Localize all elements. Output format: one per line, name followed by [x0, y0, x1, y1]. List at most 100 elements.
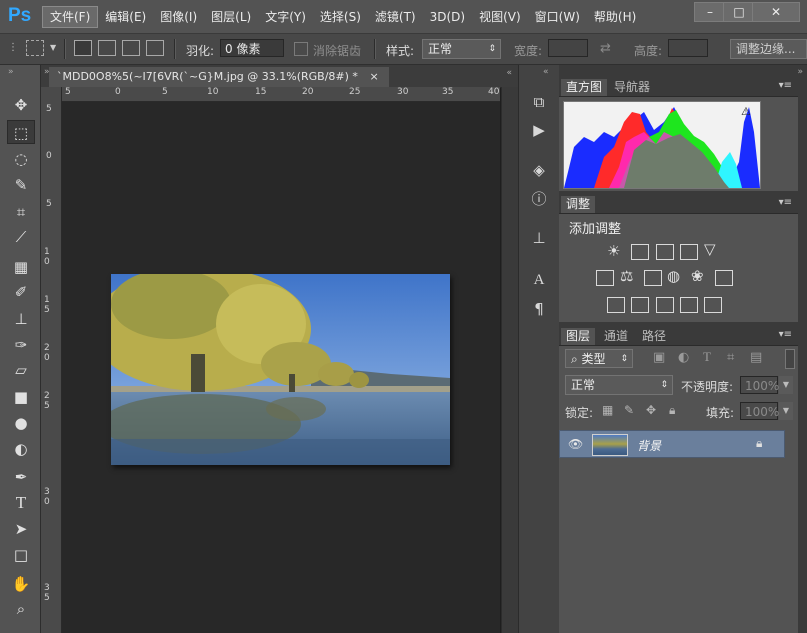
layer-row-background[interactable]: 👁︎ 背景 🔒︎ — [559, 430, 785, 458]
photo-filter-icon[interactable]: ◍ — [667, 267, 680, 285]
pen-tool[interactable]: ✒ — [7, 465, 35, 489]
menu-layer[interactable]: 图层(L) — [204, 6, 258, 28]
eyedropper-tool[interactable]: ⟋ — [7, 225, 35, 249]
vibrance-icon[interactable]: ▽ — [704, 240, 716, 258]
subtract-selection-icon[interactable] — [122, 40, 140, 56]
blend-mode-select[interactable]: 正常 ⇕ — [565, 375, 673, 395]
color-balance-icon[interactable]: ⚖ — [620, 267, 633, 285]
vertical-scrollbar[interactable] — [501, 87, 518, 633]
style-select[interactable]: 正常 ⇕ — [422, 39, 501, 59]
hand-tool[interactable]: ✋ — [7, 572, 35, 596]
channel-mixer-icon[interactable]: ❀ — [691, 267, 704, 285]
menu-file[interactable]: 文件(F) — [42, 6, 99, 28]
tab-histogram[interactable]: 直方图 — [561, 79, 608, 96]
panel-menu-icon[interactable]: ▾≡ — [779, 329, 792, 340]
chevron-down-icon[interactable]: ▼ — [50, 43, 56, 52]
panel-menu-icon[interactable]: ▾≡ — [779, 80, 792, 91]
filter-pixel-icon[interactable]: ▣ — [653, 350, 665, 365]
blur-tool[interactable]: ● — [7, 411, 35, 435]
close-button[interactable]: ✕ — [752, 2, 800, 22]
brightness-icon[interactable]: ☀ — [607, 242, 620, 260]
type-tool[interactable]: T — [7, 491, 35, 515]
zoom-tool[interactable]: ⌕ — [7, 597, 35, 621]
minimize-button[interactable]: – — [694, 2, 726, 22]
collapse-icon[interactable]: « — [506, 68, 512, 78]
brush-tool[interactable]: ✐ — [7, 280, 35, 304]
opacity-input[interactable]: 100% — [740, 376, 779, 394]
new-selection-icon[interactable] — [74, 40, 92, 56]
menu-view[interactable]: 视图(V) — [472, 6, 528, 28]
filter-toggle[interactable] — [785, 349, 795, 369]
dodge-tool[interactable]: ◐ — [7, 437, 35, 461]
tab-adjustments[interactable]: 调整 — [561, 196, 596, 213]
menu-type[interactable]: 文字(Y) — [258, 6, 313, 28]
move-tool[interactable]: ✥ — [7, 93, 35, 117]
filter-adjustment-icon[interactable]: ◐ — [678, 350, 689, 365]
paragraph-panel-icon[interactable]: ¶ — [529, 299, 549, 319]
clone-source-icon[interactable]: ⊥ — [529, 228, 549, 248]
lock-position-icon[interactable]: ✥ — [646, 403, 656, 417]
fill-dropdown-icon[interactable]: ▼ — [779, 402, 793, 420]
intersect-selection-icon[interactable] — [146, 40, 164, 56]
quick-select-tool[interactable]: ✎ — [7, 173, 35, 197]
visibility-eye-icon[interactable]: 👁︎ — [568, 437, 583, 451]
antialias-checkbox[interactable] — [294, 42, 308, 56]
history-brush-tool[interactable]: ✑ — [7, 333, 35, 357]
height-input[interactable] — [668, 39, 708, 57]
shape-tool[interactable]: □ — [7, 543, 35, 567]
menu-image[interactable]: 图像(I) — [153, 6, 204, 28]
tab-channels[interactable]: 通道 — [599, 328, 633, 345]
info-icon[interactable]: ⓘ — [529, 189, 549, 209]
menu-edit[interactable]: 编辑(E) — [98, 6, 153, 28]
character-panel-icon[interactable]: A — [529, 270, 549, 290]
invert-icon[interactable] — [607, 297, 625, 313]
document-tab[interactable]: `MDD0O8%5(~I7[6VR(`~G}M.jpg @ 33.1%(RGB/… — [49, 67, 389, 87]
lock-pixels-icon[interactable]: ✎ — [624, 403, 634, 417]
lock-all-icon[interactable]: 🔒︎ — [669, 403, 675, 418]
hue-saturation-icon[interactable] — [596, 270, 614, 286]
black-white-icon[interactable] — [644, 270, 662, 286]
marquee-preset-icon[interactable] — [26, 40, 44, 56]
menu-filter[interactable]: 滤镜(T) — [368, 6, 423, 28]
eraser-tool[interactable]: ▱ — [7, 358, 35, 382]
lasso-tool[interactable]: ◌ — [7, 147, 35, 171]
close-tab-icon[interactable]: × — [369, 70, 378, 83]
collapse-icon[interactable]: » — [8, 67, 14, 77]
opacity-dropdown-icon[interactable]: ▼ — [779, 376, 793, 394]
width-input[interactable] — [548, 39, 588, 57]
color-lookup-icon[interactable] — [715, 270, 733, 286]
history-panel-icon[interactable]: ⧉ — [529, 92, 549, 112]
gradient-map-icon[interactable] — [704, 297, 722, 313]
levels-icon[interactable] — [631, 244, 649, 260]
menu-select[interactable]: 选择(S) — [313, 6, 368, 28]
threshold-icon[interactable] — [656, 297, 674, 313]
filter-shape-icon[interactable]: ⌗ — [727, 350, 734, 365]
tab-layers[interactable]: 图层 — [561, 328, 596, 345]
fill-input[interactable]: 100% — [740, 402, 779, 420]
stamp-tool[interactable]: ⊥ — [7, 307, 35, 331]
tab-paths[interactable]: 路径 — [637, 328, 671, 345]
menu-help[interactable]: 帮助(H) — [587, 6, 643, 28]
menu-window[interactable]: 窗口(W) — [528, 6, 587, 28]
healing-tool[interactable]: ▦ — [7, 255, 35, 279]
gradient-tool[interactable]: ■ — [7, 385, 35, 409]
layer-filter-select[interactable]: ⌕ 类型 ⇕ — [565, 349, 633, 368]
document-image[interactable] — [111, 274, 450, 465]
lock-transparent-icon[interactable]: ▦ — [602, 403, 613, 417]
path-select-tool[interactable]: ➤ — [7, 517, 35, 541]
add-selection-icon[interactable] — [98, 40, 116, 56]
collapse-icon[interactable]: « — [543, 67, 549, 77]
collapse-icon[interactable]: » — [797, 67, 803, 77]
warning-icon[interactable]: ⚠ — [741, 105, 751, 118]
marquee-tool[interactable]: ⬚ — [7, 120, 35, 144]
actions-play-icon[interactable]: ▶ — [529, 120, 549, 140]
tab-navigator[interactable]: 导航器 — [609, 79, 655, 96]
maximize-button[interactable]: □ — [723, 2, 755, 22]
posterize-icon[interactable] — [631, 297, 649, 313]
feather-input[interactable]: 0 像素 — [220, 39, 284, 57]
color-panel-icon[interactable]: ◈ — [529, 160, 549, 180]
selective-color-icon[interactable] — [680, 297, 698, 313]
filter-type-icon[interactable]: T — [703, 349, 711, 365]
refine-edge-button[interactable]: 调整边缘... — [730, 39, 807, 59]
exposure-icon[interactable] — [680, 244, 698, 260]
